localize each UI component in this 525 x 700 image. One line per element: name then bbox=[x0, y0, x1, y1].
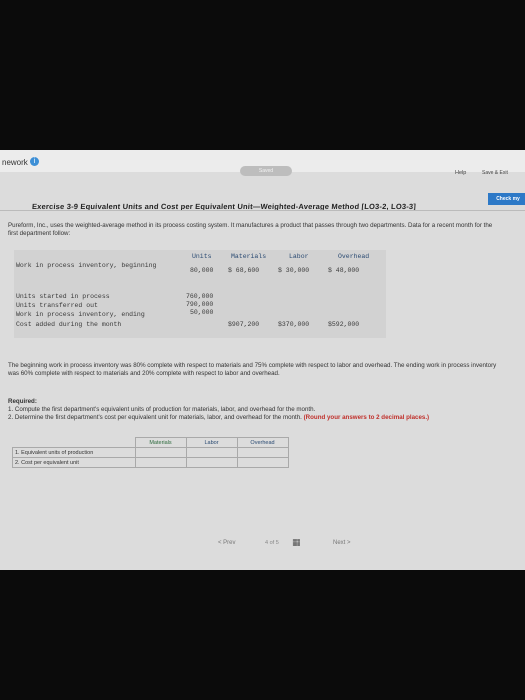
answer-input-labor[interactable] bbox=[185, 447, 238, 458]
data-table: Units Materials Labor Overhead Work in p… bbox=[14, 250, 386, 338]
answer-col-materials: Materials bbox=[134, 437, 187, 448]
check-my-work-button[interactable]: Check my bbox=[488, 193, 525, 205]
intro-text: Pureform, Inc., uses the weighted-averag… bbox=[8, 222, 493, 237]
next-button[interactable]: Next > bbox=[333, 540, 351, 546]
col-header-labor: Labor bbox=[289, 253, 309, 260]
answer-row-label: 2. Cost per equivalent unit bbox=[12, 457, 136, 468]
help-link[interactable]: Help bbox=[455, 170, 466, 176]
answer-col-labor: Labor bbox=[185, 437, 238, 448]
cell-overhead: $592,000 bbox=[328, 321, 360, 328]
homework-title: nework bbox=[2, 158, 28, 167]
cell-units: 760,000 bbox=[186, 293, 214, 300]
prev-button[interactable]: < Prev bbox=[218, 540, 236, 546]
info-icon[interactable]: i bbox=[30, 157, 39, 166]
top-bar: nework i Saved bbox=[0, 150, 525, 176]
answer-input-overhead[interactable] bbox=[236, 447, 289, 458]
page-of: of bbox=[269, 540, 275, 546]
homework-screen: nework i Saved Help Save & Exit Check my… bbox=[0, 150, 525, 570]
cell-labor: $370,000 bbox=[278, 321, 310, 328]
answer-input-materials[interactable] bbox=[134, 447, 187, 458]
cell-units: 790,000 bbox=[186, 301, 214, 308]
row-label: Cost added during the month bbox=[16, 321, 122, 328]
rounding-note: (Round your answers to 2 decimal places.… bbox=[303, 414, 430, 421]
cell-units: 50,000 bbox=[190, 309, 214, 316]
divider bbox=[0, 210, 525, 211]
col-header-materials: Materials bbox=[231, 253, 267, 260]
required-item-2: 2. Determine the first department's cost… bbox=[8, 414, 302, 421]
save-exit-button[interactable]: Save & Exit bbox=[482, 170, 508, 176]
col-header-units: Units bbox=[192, 253, 212, 260]
answer-row: 2. Cost per equivalent unit bbox=[12, 457, 289, 468]
answer-header-row: Materials Labor Overhead bbox=[12, 437, 289, 448]
answer-row-label: 1. Equivalent units of production bbox=[12, 447, 136, 458]
cell-materials: $907,200 bbox=[228, 321, 260, 328]
row-label: Work in process inventory, beginning bbox=[16, 262, 157, 269]
page-indicator: 4 of 5 bbox=[265, 540, 279, 546]
cell-labor: $ 30,000 bbox=[278, 267, 310, 274]
row-label: Units transferred out bbox=[16, 302, 98, 309]
grid-icon[interactable]: ▦ bbox=[292, 538, 302, 548]
row-label: Units started in process bbox=[16, 293, 110, 300]
answer-input-overhead[interactable] bbox=[236, 457, 289, 468]
answer-col-overhead: Overhead bbox=[236, 437, 289, 448]
required-section: Required: 1. Compute the first departmen… bbox=[8, 398, 518, 422]
answer-input-labor[interactable] bbox=[185, 457, 238, 468]
completion-paragraph: The beginning work in process inventory … bbox=[8, 362, 497, 377]
saved-status: Saved bbox=[240, 166, 292, 176]
page-total: 5 bbox=[275, 540, 279, 546]
page-current: 4 bbox=[265, 540, 269, 546]
answer-table: Materials Labor Overhead 1. Equivalent u… bbox=[12, 437, 308, 481]
required-item-1: 1. Compute the first department's equiva… bbox=[8, 406, 316, 413]
cell-units: 80,000 bbox=[190, 267, 214, 274]
col-header-overhead: Overhead bbox=[338, 253, 370, 260]
cell-materials: $ 68,600 bbox=[228, 267, 260, 274]
answer-row: 1. Equivalent units of production bbox=[12, 447, 289, 458]
required-heading: Required: bbox=[8, 398, 37, 405]
cell-overhead: $ 48,000 bbox=[328, 267, 360, 274]
row-label: Work in process inventory, ending bbox=[16, 311, 145, 318]
answer-input-materials[interactable] bbox=[134, 457, 187, 468]
